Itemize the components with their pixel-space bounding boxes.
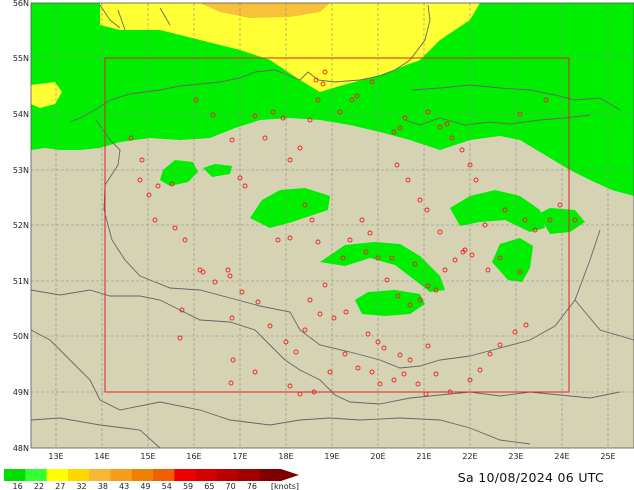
legend-swatch: [4, 469, 26, 481]
longitude-labels: 13E 14E 15E 16E 17E 18E 19E 20E 21E 22E 23E 24E 25E: [48, 452, 615, 461]
legend-swatch: [238, 469, 261, 481]
legend-label: 22: [34, 482, 44, 490]
legend-label: 49: [140, 482, 150, 490]
lat-label: 48N: [13, 444, 29, 453]
lat-label: 54N: [13, 110, 29, 119]
legend-swatch: [110, 469, 133, 481]
legend-swatch: [46, 469, 69, 481]
legend-swatch: [217, 469, 239, 481]
legend-swatch: [259, 469, 282, 481]
legend-label: 59: [183, 482, 193, 490]
lat-label: 49N: [13, 388, 29, 397]
latitude-labels: 48N 49N 50N 51N 52N 53N 54N 55N 56N: [13, 0, 29, 453]
wind-map: 48N 49N 50N 51N 52N 53N 54N 55N 56N 13E 14E 15E 16E…: [4, 0, 634, 490]
lat-label: 52N: [13, 221, 29, 230]
lon-label: 14E: [94, 452, 109, 461]
lat-label: 50N: [13, 332, 29, 341]
legend-swatch: [153, 469, 175, 481]
lon-label: 18E: [278, 452, 293, 461]
lon-label: 24E: [554, 452, 569, 461]
legend-label: 16: [13, 482, 23, 490]
lat-label: 51N: [13, 277, 29, 286]
legend-unit: [knots]: [271, 482, 299, 490]
lon-label: 16E: [186, 452, 201, 461]
legend-label: 70: [226, 482, 236, 490]
lon-label: 17E: [232, 452, 247, 461]
legend-label: 38: [98, 482, 108, 490]
map-area: [31, 3, 634, 448]
legend-label: 65: [204, 482, 214, 490]
lat-label: 56N: [13, 0, 29, 8]
lon-label: 13E: [48, 452, 63, 461]
legend-label: 27: [55, 482, 65, 490]
legend-label: 43: [119, 482, 129, 490]
lon-label: 21E: [416, 452, 431, 461]
lon-label: 20E: [370, 452, 385, 461]
lon-label: 25E: [600, 452, 615, 461]
wind-speed-legend: 16 22 27 32 38 43 49 54 59 65 70 76 [knots]: [4, 469, 299, 490]
legend-swatch: [174, 469, 197, 481]
legend-label: 32: [76, 482, 86, 490]
legend-arrow: [280, 469, 299, 481]
legend-label: 76: [247, 482, 257, 490]
lon-label: 15E: [140, 452, 155, 461]
legend-swatch: [195, 469, 218, 481]
legend-swatch: [131, 469, 154, 481]
lat-label: 55N: [13, 54, 29, 63]
legend-label: 54: [162, 482, 172, 490]
lat-label: 53N: [13, 166, 29, 175]
lon-label: 23E: [508, 452, 523, 461]
valid-time-label: Sa 10/08/2024 06 UTC: [458, 470, 604, 485]
legend-swatch: [25, 469, 48, 481]
lon-label: 19E: [324, 452, 339, 461]
lon-label: 22E: [462, 452, 477, 461]
legend-swatch: [89, 469, 111, 481]
legend-swatch: [67, 469, 90, 481]
